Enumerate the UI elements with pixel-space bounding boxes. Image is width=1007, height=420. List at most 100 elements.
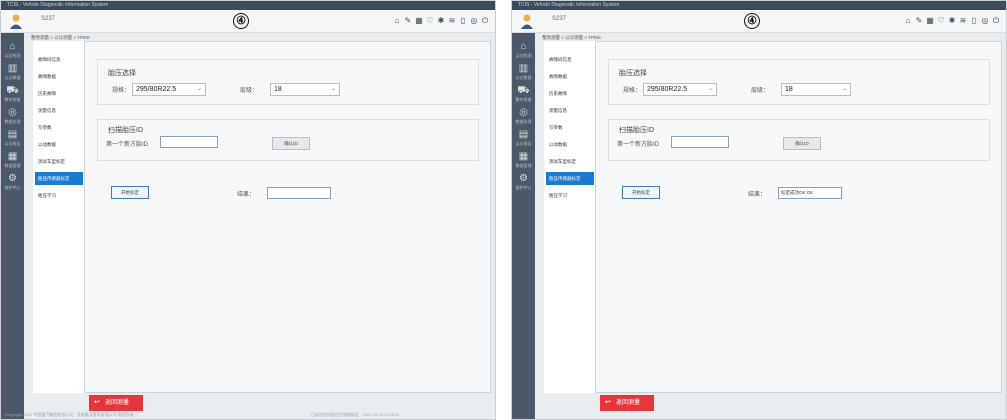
chart-icon: ▥ [7, 63, 18, 74]
heart-icon[interactable]: ♡ [426, 16, 434, 26]
sidebar-item-document[interactable]: ▤ 以诊报告 [512, 129, 535, 150]
home-icon[interactable]: ⌂ [904, 16, 912, 26]
sidebar-item-form[interactable]: ▦ 数据管理 [1, 151, 24, 172]
star-icon[interactable]: ✱ [948, 16, 956, 26]
submenu-item[interactable]: 以动数据 [546, 138, 594, 151]
window-title: TCIS - Vehicle Diagnostic Information Sy… [512, 1, 1006, 10]
tire-select-section: 胎压选择 规格： 295/80R22.5 ⌄ 层级： 18 ⌄ [608, 59, 990, 105]
sidebar-item-label: 整车检查 [515, 97, 532, 102]
return-button[interactable]: ↩ 返回测量 [89, 395, 143, 411]
heart-icon[interactable]: ♡ [937, 16, 945, 26]
header-bar: S237 ④ ⌂ ✎ ▦ ♡ ✱ ≋ ▯ ◎ ⏻ [1, 10, 495, 33]
chevron-down-icon: ⌄ [841, 86, 847, 92]
user-avatar-icon[interactable] [9, 13, 23, 29]
submenu-item[interactable]: 写参数 [35, 121, 83, 134]
sidebar-item-chart[interactable]: ▥ 以诊数据 [1, 63, 24, 84]
home-icon[interactable]: ⌂ [393, 16, 401, 26]
return-button[interactable]: ↩ 返回测量 [600, 395, 654, 411]
power-icon[interactable]: ⏻ [481, 16, 489, 26]
sidebar-item-settings[interactable]: ⚙ 维护中心 [512, 173, 535, 194]
submenu-item[interactable]: 测试车型标定 [546, 155, 594, 168]
submenu-item[interactable]: 测试车型标定 [35, 155, 83, 168]
start-calibration-button[interactable]: 开始标定 [111, 186, 149, 199]
confirm-id-button[interactable]: 确认ID [272, 137, 310, 150]
submenu-item[interactable]: 胎压传感器标定 [35, 172, 83, 185]
sidebar-item-label: 以诊数据 [515, 75, 532, 80]
ply-label: 层级： [240, 88, 259, 94]
ply-select[interactable]: 18 ⌄ [781, 83, 851, 96]
result-field[interactable]: 标定成功OK OK [778, 187, 842, 199]
sidebar-item-car[interactable]: ⛟ 整车检查 [512, 85, 535, 106]
return-arrow-icon: ↩ [94, 399, 100, 406]
battery-icon[interactable]: ▯ [970, 16, 978, 26]
header-icons: ⌂ ✎ ▦ ♡ ✱ ≋ ▯ ◎ ⏻ [393, 16, 489, 26]
wrench-icon[interactable]: ✎ [915, 16, 923, 26]
ply-value: 18 [785, 86, 793, 93]
sidebar-item-car[interactable]: ⛟ 整车检查 [1, 85, 24, 106]
home-icon: ⌂ [520, 41, 527, 52]
sidebar-item-settings[interactable]: ⚙ 维护中心 [1, 173, 24, 194]
result-field[interactable] [267, 187, 331, 199]
function-submenu: 故障码信息故障数据历史故障测量信息写参数以动数据测试车型标定 胎压传感器标定 胎压学… [544, 41, 596, 393]
return-label: 返回测量 [616, 400, 641, 406]
document-icon: ▤ [518, 129, 529, 140]
user-avatar-icon[interactable] [520, 13, 534, 29]
start-calibration-button[interactable]: 开始标定 [622, 186, 660, 199]
submenu-item[interactable]: 写参数 [546, 121, 594, 134]
ply-value: 18 [274, 86, 282, 93]
submenu-item[interactable]: 历史故障 [546, 87, 594, 100]
tire-id-input[interactable] [160, 136, 218, 148]
submenu-item[interactable]: 故障码信息 [35, 53, 83, 66]
scan-id-section: 扫描胎压ID 第一个新方胎ID 确认ID [608, 119, 990, 161]
info-icon[interactable]: ◎ [981, 16, 989, 26]
wifi-icon[interactable]: ≋ [959, 16, 967, 26]
spec-select[interactable]: 295/80R22.5 ⌄ [643, 83, 717, 96]
sidebar-item-chart[interactable]: ▥ 以诊数据 [512, 63, 535, 84]
car-icon: ⛟ [6, 85, 19, 96]
submenu-item[interactable]: 以动数据 [35, 138, 83, 151]
spec-select[interactable]: 295/80R22.5 ⌄ [132, 83, 206, 96]
footer-status: 已成功完成胎压传感器标定 · 2020-10-19 10:28:41 [311, 412, 400, 417]
form-icon: ▦ [7, 151, 18, 162]
wifi-icon[interactable]: ≋ [448, 16, 456, 26]
sidebar-item-location[interactable]: ◎ 数据处理 [512, 107, 535, 128]
chevron-down-icon: ⌄ [330, 86, 336, 92]
submenu-item[interactable]: 胎压学习 [35, 189, 83, 202]
grid-icon[interactable]: ▦ [415, 16, 423, 26]
spec-label: 规格： [112, 88, 131, 94]
sidebar-item-document[interactable]: ▤ 以诊报告 [1, 129, 24, 150]
info-icon[interactable]: ◎ [470, 16, 478, 26]
sidebar-item-form[interactable]: ▦ 数据管理 [512, 151, 535, 172]
wrench-icon[interactable]: ✎ [404, 16, 412, 26]
sidebar-item-home[interactable]: ⌂ 以诊检测 [512, 41, 535, 62]
form-icon: ▦ [518, 151, 529, 162]
submenu-item[interactable]: 胎压传感器标定 [546, 172, 594, 185]
grid-icon[interactable]: ▦ [926, 16, 934, 26]
confirm-id-button[interactable]: 确认ID [783, 137, 821, 150]
power-icon[interactable]: ⏻ [992, 16, 1000, 26]
submenu-item[interactable]: 故障数据 [546, 70, 594, 83]
car-icon: ⛟ [517, 85, 530, 96]
star-icon[interactable]: ✱ [437, 16, 445, 26]
window-title: TCIS - Vehicle Diagnostic Information Sy… [1, 1, 495, 10]
step-marker: ④ [233, 13, 249, 29]
sidebar-item-label: 以诊检测 [515, 53, 532, 58]
scan-id-title: 扫描胎压ID [619, 127, 654, 134]
tire-id-input[interactable] [671, 136, 729, 148]
tire-select-title: 胎压选择 [108, 70, 136, 77]
sidebar-item-home[interactable]: ⌂ 以诊检测 [1, 41, 24, 62]
ply-select[interactable]: 18 ⌄ [270, 83, 340, 96]
battery-icon[interactable]: ▯ [459, 16, 467, 26]
submenu-item[interactable]: 测量信息 [35, 104, 83, 117]
header-bar: S237 ④ ⌂ ✎ ▦ ♡ ✱ ≋ ▯ ◎ ⏻ [512, 10, 1006, 33]
submenu-item[interactable]: 故障数据 [35, 70, 83, 83]
submenu-item[interactable]: 测量信息 [546, 104, 594, 117]
sidebar-item-location[interactable]: ◎ 数据处理 [1, 107, 24, 128]
submenu-item[interactable]: 故障码信息 [546, 53, 594, 66]
submenu-item[interactable]: 胎压学习 [546, 189, 594, 202]
return-label: 返回测量 [105, 400, 130, 406]
sidebar-item-label: 以诊检测 [4, 53, 21, 58]
submenu-item[interactable]: 历史故障 [35, 87, 83, 100]
footer-copyright: Copyright 2020 中国重汽集团有限公司 · 济南豪沃客车有限公司 版… [5, 412, 134, 417]
sidebar-item-label: 以诊报告 [515, 141, 532, 146]
